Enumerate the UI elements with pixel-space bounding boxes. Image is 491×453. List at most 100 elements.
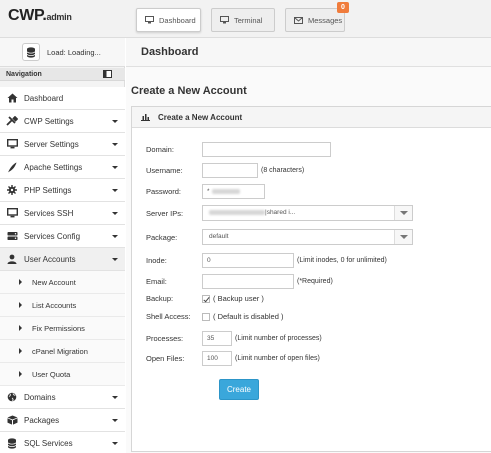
sidebar-subitem-label: User Quota bbox=[32, 369, 71, 379]
sidebar-subitem-label: New Account bbox=[32, 277, 76, 287]
messages-button-label: Messages bbox=[308, 15, 343, 25]
domain-row: Domain: bbox=[146, 142, 331, 157]
processes-row: Processes: 35 (Limit number of processes… bbox=[146, 331, 322, 346]
sidebar-subitem-fix-permissions[interactable]: Fix Permissions bbox=[0, 317, 125, 340]
username-hint: (8 characters) bbox=[261, 167, 305, 174]
monitor-icon bbox=[145, 16, 154, 24]
panel-title: Create a New Account bbox=[158, 112, 243, 122]
caret-right-icon bbox=[19, 302, 22, 308]
caret-right-icon bbox=[19, 325, 22, 331]
sidebar-item-dashboard[interactable]: Dashboard bbox=[0, 87, 125, 110]
backup-hint: ( Backup user ) bbox=[213, 294, 264, 303]
processes-label: Processes: bbox=[146, 334, 184, 343]
sidebar-item-label: Domains bbox=[24, 392, 56, 402]
home-icon bbox=[6, 92, 18, 104]
envelope-icon bbox=[294, 16, 303, 24]
email-field[interactable] bbox=[202, 274, 294, 289]
sidebar-subitem-label: List Accounts bbox=[32, 300, 77, 310]
server-ips-select[interactable]: |shared i... bbox=[202, 205, 413, 221]
package-select[interactable]: default bbox=[202, 229, 413, 245]
load-indicator: Load: Loading... bbox=[0, 38, 125, 67]
feather-icon bbox=[6, 161, 18, 173]
sidebar-item-packages[interactable]: Packages bbox=[0, 409, 125, 432]
sidebar-item-domains[interactable]: Domains bbox=[0, 386, 125, 409]
dashboard-button-label: Dashboard bbox=[159, 15, 196, 25]
inode-field[interactable]: 0 bbox=[202, 253, 294, 268]
top-bar: CWP.admin Dashboard Terminal Messages 0 bbox=[0, 0, 491, 38]
sidebar-item-server-settings[interactable]: Server Settings bbox=[0, 133, 125, 156]
sidebar-subitem-label: cPanel Migration bbox=[32, 346, 88, 356]
email-hint: (*Required) bbox=[297, 278, 333, 285]
inode-label: Inode: bbox=[146, 256, 167, 265]
caret-right-icon bbox=[19, 348, 22, 354]
create-account-panel: Create a New Account Domain: Username: (… bbox=[131, 106, 491, 452]
sidebar-item-php-settings[interactable]: PHP Settings bbox=[0, 179, 125, 202]
chevron-down-icon bbox=[112, 235, 118, 238]
monitor-icon bbox=[6, 207, 18, 219]
terminal-button[interactable]: Terminal bbox=[211, 8, 275, 32]
monitor-icon bbox=[6, 138, 18, 150]
backup-row: Backup: ( Backup user ) bbox=[146, 294, 264, 303]
globe-icon bbox=[6, 391, 18, 403]
package-row: Package: default bbox=[146, 229, 413, 245]
main-content: Dashboard Create a New Account Create a … bbox=[126, 38, 491, 453]
username-label: Username: bbox=[146, 166, 183, 175]
navigation-heading: Navigation bbox=[0, 68, 125, 81]
shell-access-label: Shell Access: bbox=[146, 312, 191, 321]
chevron-down-icon bbox=[112, 120, 118, 123]
package-value: default bbox=[209, 233, 229, 240]
open-files-row: Open Files: 100 (Limit number of open fi… bbox=[146, 351, 320, 366]
sidebar-item-label: Dashboard bbox=[24, 93, 64, 103]
sidebar-subitem-cpanel-migration[interactable]: cPanel Migration bbox=[0, 340, 125, 363]
caret-right-icon bbox=[19, 371, 22, 377]
sidebar-item-apache-settings[interactable]: Apache Settings bbox=[0, 156, 125, 179]
server-ip-redaction bbox=[209, 209, 265, 215]
sidebar-item-services-config[interactable]: Services Config bbox=[0, 225, 125, 248]
database-icon bbox=[6, 437, 18, 449]
sidebar-item-label: User Accounts bbox=[24, 254, 76, 264]
sidebar-subitem-label: Fix Permissions bbox=[32, 323, 85, 333]
sidebar-item-sql-services[interactable]: SQL Services bbox=[0, 432, 125, 453]
domain-field[interactable] bbox=[202, 142, 331, 157]
processes-field[interactable]: 35 bbox=[202, 331, 232, 346]
load-text: Load: Loading... bbox=[47, 47, 101, 57]
tools-icon bbox=[6, 115, 18, 127]
sidebar-toggle-icon[interactable] bbox=[103, 70, 112, 78]
sidebar-subitem-user-quota[interactable]: User Quota bbox=[0, 363, 125, 386]
server-ips-row: Server IPs: |shared i... bbox=[146, 205, 413, 221]
dashboard-button[interactable]: Dashboard bbox=[136, 8, 201, 32]
sidebar-item-label: Services SSH bbox=[24, 208, 74, 218]
package-label: Package: bbox=[146, 232, 178, 242]
sidebar-item-user-accounts[interactable]: User Accounts bbox=[0, 248, 125, 271]
logo-main: CWP. bbox=[8, 7, 47, 24]
server-ips-label: Server IPs: bbox=[146, 208, 184, 218]
inode-row: Inode: 0 (Limit inodes, 0 for unlimited) bbox=[146, 253, 387, 268]
create-button[interactable]: Create bbox=[219, 379, 259, 400]
sidebar-item-services-ssh[interactable]: Services SSH bbox=[0, 202, 125, 225]
shell-access-checkbox[interactable] bbox=[202, 312, 210, 321]
sidebar-item-label: Server Settings bbox=[24, 139, 79, 149]
sidebar-subitem-list-accounts[interactable]: List Accounts bbox=[0, 294, 125, 317]
open-files-hint: (Limit number of open files) bbox=[235, 355, 320, 362]
chevron-down-icon bbox=[112, 419, 118, 422]
open-files-field[interactable]: 100 bbox=[202, 351, 232, 366]
sidebar-subitem-new-account[interactable]: New Account bbox=[0, 271, 125, 294]
chevron-down-icon bbox=[394, 230, 412, 244]
chevron-down-icon bbox=[112, 212, 118, 215]
page-title: Dashboard bbox=[126, 38, 491, 67]
chevron-down-icon bbox=[112, 143, 118, 146]
chevron-down-icon bbox=[112, 442, 118, 445]
chevron-down-icon bbox=[112, 166, 118, 169]
username-field[interactable] bbox=[202, 163, 258, 178]
chevron-down-icon bbox=[112, 189, 118, 192]
backup-checkbox[interactable] bbox=[202, 294, 210, 303]
messages-button[interactable]: Messages bbox=[285, 8, 345, 32]
sidebar: Load: Loading... Navigation Dashboard CW… bbox=[0, 38, 125, 453]
chevron-down-icon bbox=[394, 206, 412, 220]
gear-icon bbox=[6, 184, 18, 196]
hdd-icon bbox=[6, 230, 18, 242]
password-field[interactable]: * bbox=[202, 184, 265, 199]
password-value: * bbox=[207, 188, 210, 195]
cwp-logo[interactable]: CWP.admin bbox=[8, 7, 72, 25]
sidebar-item-cwp-settings[interactable]: CWP Settings bbox=[0, 110, 125, 133]
